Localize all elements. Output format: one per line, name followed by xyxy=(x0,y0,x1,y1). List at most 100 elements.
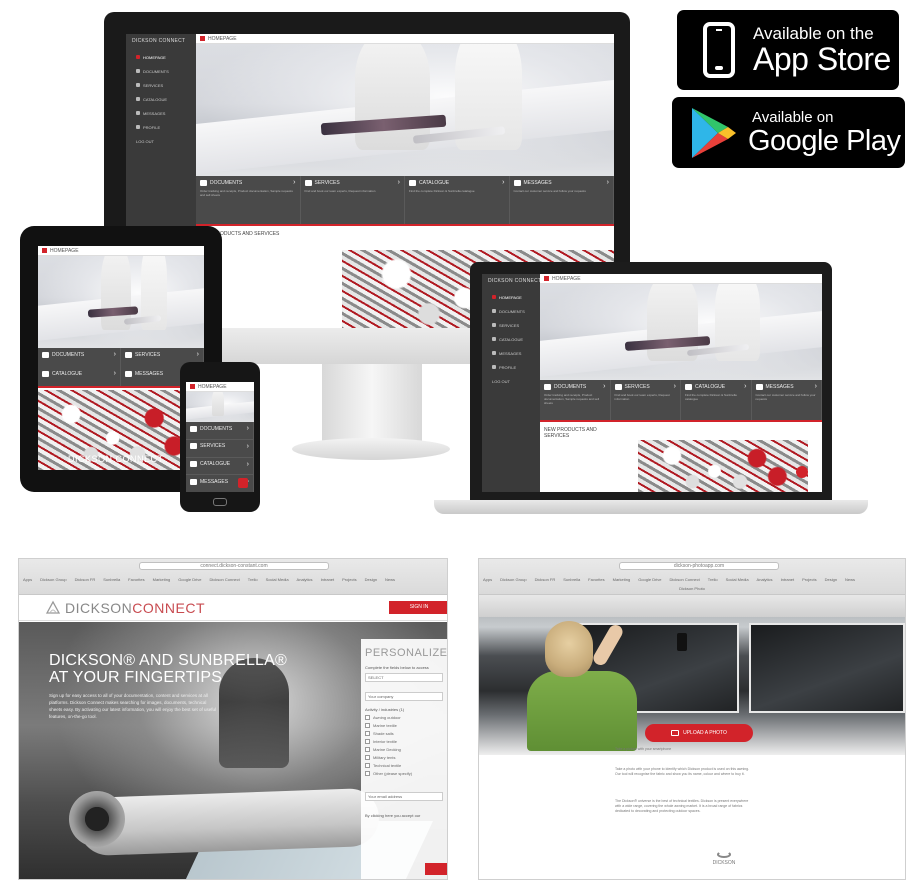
tile-catalogue[interactable]: CATALOGUE › xyxy=(38,367,121,386)
bookmark-item[interactable]: Design xyxy=(825,577,837,582)
tile-documents[interactable]: DOCUMENTS › xyxy=(186,422,254,440)
tile-services[interactable]: SERVICES › Find and book our team experts,… xyxy=(611,380,681,420)
bookmark-item[interactable]: Analytics xyxy=(757,577,773,582)
hero-photo xyxy=(186,392,254,422)
bookmark-item[interactable]: Dickson Connect xyxy=(670,577,700,582)
bookmark-item[interactable]: Google Drive xyxy=(638,577,661,582)
menu-icon[interactable] xyxy=(544,276,549,281)
bookmark-item[interactable]: News xyxy=(385,577,395,582)
bookmark-item[interactable]: Google Drive xyxy=(178,577,201,582)
bookmark-item[interactable]: Favorites xyxy=(128,577,144,582)
app-brand-logo: DICKSON CONNECT xyxy=(132,38,186,44)
bookmark-item[interactable]: Projects xyxy=(802,577,816,582)
bookmark-item[interactable]: Marketing xyxy=(613,577,631,582)
bookmark-item[interactable]: Analytics xyxy=(297,577,313,582)
google-play-badge[interactable]: Available on Google Play xyxy=(672,97,905,168)
hero-photo xyxy=(38,256,204,348)
bookmarks-bar: Apps Dickson Group Dickson FR Sunbrella … xyxy=(479,575,905,584)
country-select[interactable]: SELECT xyxy=(365,673,443,682)
sidebar-item-messages[interactable]: MESSAGES xyxy=(482,348,540,358)
sidebar-item-homepage[interactable]: HOMEPAGE xyxy=(126,52,196,62)
menu-icon[interactable] xyxy=(190,384,195,389)
sidebar-item-documents[interactable]: DOCUMENTS xyxy=(482,306,540,316)
consent-text: By clicking here you accept our xyxy=(365,813,421,818)
dickson-logo-icon xyxy=(717,851,731,858)
sidebar-item-logout[interactable]: LOG OUT xyxy=(482,376,540,386)
page-title: HOMEPAGE xyxy=(50,247,79,254)
activity-checkbox[interactable]: Interior textile xyxy=(361,739,447,744)
activity-checkbox[interactable]: Awning outdoor xyxy=(361,715,447,720)
sidebar-item-profile[interactable]: PROFILE xyxy=(482,362,540,372)
activity-checkbox[interactable]: Military tents xyxy=(361,755,447,760)
address-bar[interactable]: dickson-photoapp.com xyxy=(619,562,779,570)
address-bar[interactable]: connect.dickson-constant.com xyxy=(139,562,329,570)
bookmark-item[interactable]: News xyxy=(845,577,855,582)
sidebar-item-logout[interactable]: LOG OUT xyxy=(126,136,196,146)
sidebar-item-documents[interactable]: DOCUMENTS xyxy=(126,66,196,76)
bookmark-item[interactable]: Dickson Group xyxy=(40,577,66,582)
sign-in-button[interactable]: SIGN IN xyxy=(389,601,447,614)
tile-catalogue[interactable]: CATALOGUE › Find the complete Dickson & Su… xyxy=(681,380,752,420)
menu-icon[interactable] xyxy=(200,36,205,41)
bookmark-item[interactable]: Apps xyxy=(23,577,32,582)
activity-checkbox[interactable]: Shade sails xyxy=(361,731,447,736)
tile-catalogue[interactable]: CATALOGUE › Find the complete Dickson & S… xyxy=(405,176,510,224)
bookmark-item[interactable]: Apps xyxy=(483,577,492,582)
sidebar-item-profile[interactable]: PROFILE xyxy=(126,122,196,132)
bookmark-item[interactable]: Dickson Connect xyxy=(210,577,240,582)
upload-photo-button[interactable]: UPLOAD A PHOTO xyxy=(645,724,753,742)
bookmark-item[interactable]: Intranet xyxy=(321,577,335,582)
intro-paragraph: Take a photo with your phone to identify… xyxy=(615,767,750,776)
activity-checkbox[interactable]: Other (please specify) xyxy=(361,771,447,776)
bookmark-item[interactable]: Favorites xyxy=(588,577,604,582)
sidebar-item-homepage[interactable]: HOMEPAGE xyxy=(482,292,540,302)
google-play-icon xyxy=(692,107,736,158)
tile-catalogue[interactable]: CATALOGUE › xyxy=(186,457,254,476)
bookmark-item[interactable]: Marketing xyxy=(153,577,171,582)
bookmark-item[interactable]: Projects xyxy=(342,577,356,582)
bookmark-item[interactable]: Social Media xyxy=(726,577,749,582)
tile-services[interactable]: SERVICES › Find and book our team experts… xyxy=(301,176,405,224)
browser-window-upload: dickson-photoapp.com Apps Dickson Group … xyxy=(478,558,906,880)
activity-checkbox[interactable]: Technical textile xyxy=(361,763,447,768)
upload-help-link[interactable]: Take a picture with your smartphone xyxy=(615,747,755,752)
signup-form: PERSONALIZED CO Complete the fields belo… xyxy=(361,639,447,879)
sidebar-item-services[interactable]: SERVICES xyxy=(482,320,540,330)
site-header: DICKSONCONNECT SIGN IN xyxy=(19,595,447,621)
tile-documents[interactable]: DOCUMENTS › Order tracking and receipts, P… xyxy=(540,380,611,420)
email-field[interactable]: Your email address xyxy=(365,792,443,801)
app-store-badge[interactable]: Available on the App Store xyxy=(677,10,899,90)
chevron-right-icon: › xyxy=(397,179,400,186)
bookmark-item[interactable]: Design xyxy=(365,577,377,582)
products-title: NEW PRODUCTS AND SERVICES xyxy=(544,427,597,439)
tile-messages[interactable]: MESSAGES › Contact our customer service an… xyxy=(752,380,822,420)
activity-checkbox[interactable]: Marine textile xyxy=(361,723,447,728)
bookmark-item[interactable]: Dickson FR xyxy=(75,577,96,582)
chat-fab-button[interactable] xyxy=(238,478,248,488)
chat-fab-button[interactable] xyxy=(796,466,808,478)
bookmark-item[interactable]: Sunbrella xyxy=(563,577,580,582)
bookmark-item[interactable]: Intranet xyxy=(781,577,795,582)
tile-documents[interactable]: DOCUMENTS › Order tracking and receipts, … xyxy=(196,176,301,224)
activity-checkbox[interactable]: Marine Decking xyxy=(361,747,447,752)
company-field[interactable]: Your company xyxy=(365,692,443,701)
sidebar-item-services[interactable]: SERVICES xyxy=(126,80,196,90)
tile-documents[interactable]: DOCUMENTS › xyxy=(38,348,121,367)
bookmark-item[interactable]: Social Media xyxy=(266,577,289,582)
bookmark-item[interactable]: Trello xyxy=(708,577,718,582)
tile-services[interactable]: SERVICES › xyxy=(186,439,254,458)
submit-button[interactable] xyxy=(425,863,447,875)
menu-icon[interactable] xyxy=(42,248,47,253)
activity-label: Activity / industries (1) xyxy=(365,707,405,712)
camera-icon xyxy=(671,730,680,736)
bookmark-item[interactable]: Trello xyxy=(248,577,258,582)
bookmark-item[interactable]: Dickson Group xyxy=(500,577,526,582)
tile-messages[interactable]: MESSAGES › Contact our customer service a… xyxy=(510,176,614,224)
bookmark-item[interactable]: Sunbrella xyxy=(103,577,120,582)
sidebar-item-catalogue[interactable]: CATALOGUE xyxy=(482,334,540,344)
site-logo[interactable]: DICKSONCONNECT xyxy=(65,600,205,616)
products-section: NEW PRODUCTS AND SERVICES xyxy=(540,424,822,492)
sidebar-item-messages[interactable]: MESSAGES xyxy=(126,108,196,118)
bookmark-item[interactable]: Dickson FR xyxy=(535,577,556,582)
sidebar-item-catalogue[interactable]: CATALOGUE xyxy=(126,94,196,104)
